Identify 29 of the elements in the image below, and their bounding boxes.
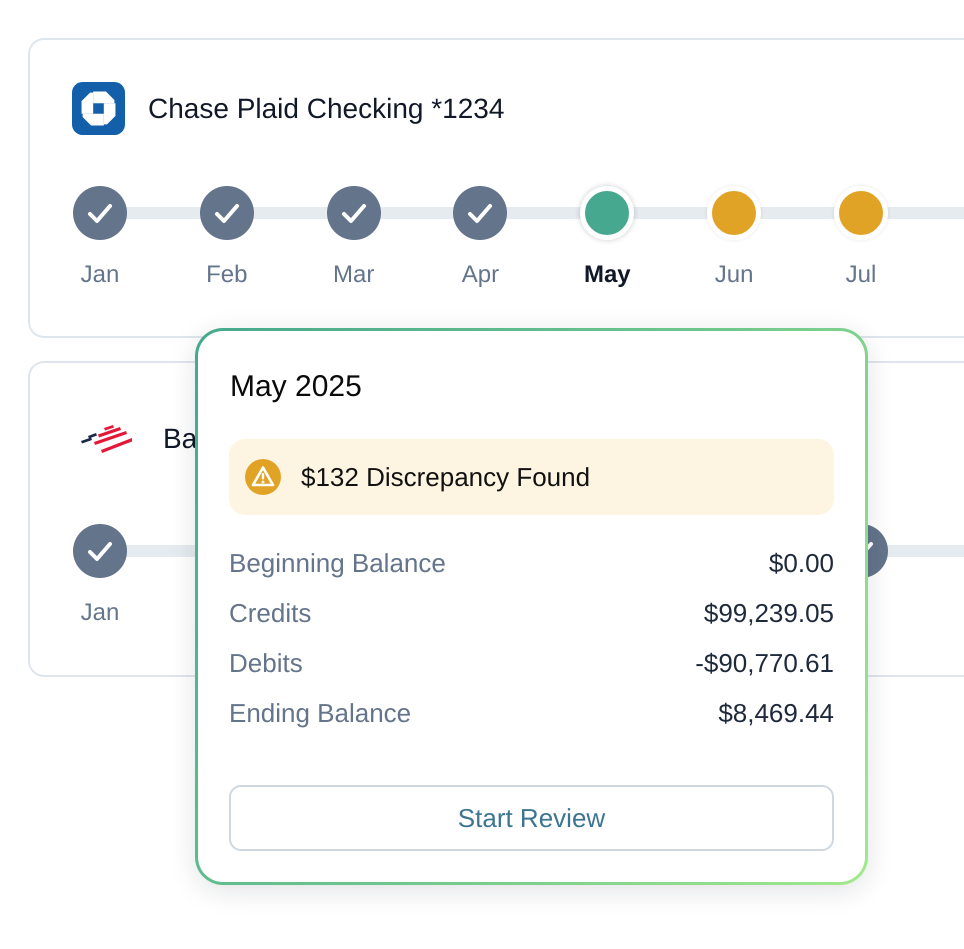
check-circle-icon[interactable] xyxy=(453,186,508,240)
warning-icon xyxy=(245,459,281,495)
month-label: Feb xyxy=(206,260,248,290)
row-label: Beginning Balance xyxy=(229,548,446,578)
month-label: Jan xyxy=(80,260,120,290)
row-label: Ending Balance xyxy=(229,698,412,728)
month-label: Jan xyxy=(80,598,120,628)
account-name: Ba xyxy=(163,422,198,456)
check-circle-icon[interactable] xyxy=(200,186,254,240)
row-label: Credits xyxy=(229,598,312,628)
start-review-button[interactable]: Start Review xyxy=(229,785,834,851)
check-circle-icon[interactable] xyxy=(326,186,381,240)
account-name: Chase Plaid Checking *1234 xyxy=(148,92,504,126)
check-circle-icon[interactable] xyxy=(73,524,127,578)
row-label: Debits xyxy=(229,648,303,678)
month-label: Apr xyxy=(462,260,500,290)
logo-icon xyxy=(80,424,132,452)
month-label: Jul xyxy=(846,260,876,290)
month-label: Jun xyxy=(714,260,754,290)
row-value: -$90,770.61 xyxy=(695,648,834,678)
month-label: Mar xyxy=(332,260,374,290)
row-value: $8,469.44 xyxy=(718,698,834,728)
popover-title: May 2025 xyxy=(229,369,362,405)
alert-text: $132 Discrepancy Found xyxy=(301,461,590,493)
logo-icon xyxy=(72,82,125,135)
check-circle-icon[interactable] xyxy=(73,186,127,240)
row-value: $0.00 xyxy=(768,548,834,578)
row-value: $99,239.05 xyxy=(704,598,834,628)
month-label: May xyxy=(584,260,631,290)
